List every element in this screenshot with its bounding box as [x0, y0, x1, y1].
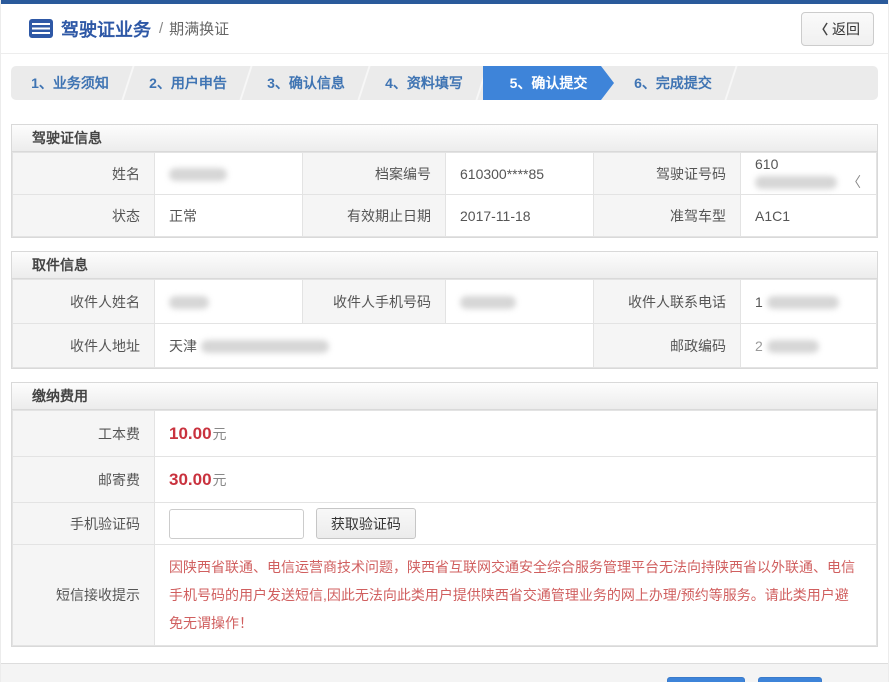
sms-code-input[interactable]: [169, 509, 304, 539]
redacted-value: [767, 340, 819, 353]
page-subtitle: 期满换证: [169, 18, 229, 39]
redacted-value: [169, 168, 227, 181]
pickup-section-title: 取件信息: [12, 252, 877, 279]
recipient-mobile-value: [446, 280, 594, 324]
finish-button[interactable]: 完成: [758, 677, 822, 682]
step-confirm-info: 3、确认信息: [247, 66, 365, 100]
name-label: 姓名: [13, 153, 155, 195]
mailing-fee-label: 邮寄费: [13, 457, 155, 503]
step-complete-submit: 6、完成提交: [614, 66, 732, 100]
sms-code-label: 手机验证码: [13, 503, 155, 545]
breadcrumb-separator: /: [159, 20, 163, 37]
recipient-address-value: 天津: [155, 324, 594, 368]
wizard-steps: 1、业务须知 2、用户申告 3、确认信息 4、资料填写 5、确认提交 6、完成提…: [11, 66, 878, 100]
vehicle-class-value: A1C1: [741, 195, 877, 237]
file-number-value: 610300****85: [446, 153, 594, 195]
get-code-button[interactable]: 获取验证码: [316, 508, 416, 539]
step-fill-data: 4、资料填写: [365, 66, 483, 100]
expiry-date-label: 有效期止日期: [303, 195, 446, 237]
license-info-section: 驾驶证信息 姓名 档案编号 610300****85 驾驶证号码 610〈 状态…: [11, 124, 878, 238]
production-fee-value: 10.00元: [155, 411, 877, 457]
chevron-left-icon: 〈: [815, 19, 828, 38]
fees-section: 缴纳费用 工本费 10.00元 邮寄费 30.00元 手机验证码 获取验证码: [11, 382, 878, 647]
recipient-phone-value: 1: [741, 280, 877, 324]
recipient-address-label: 收件人地址: [13, 324, 155, 368]
redacted-value: [755, 176, 837, 189]
redacted-value: [767, 296, 839, 309]
redacted-value: [201, 340, 329, 353]
pickup-info-section: 取件信息 收件人姓名 收件人手机号码 收件人联系电话 1 收件人地址 天津 邮政…: [11, 251, 878, 369]
license-number-label: 驾驶证号码: [594, 153, 741, 195]
page-title: 驾驶证业务: [61, 16, 151, 42]
redacted-value: [169, 296, 209, 309]
step-confirm-submit: 5、确认提交: [483, 66, 614, 100]
back-button[interactable]: 〈 返回: [801, 12, 874, 46]
step-user-declaration: 2、用户申告: [129, 66, 247, 100]
status-label: 状态: [13, 195, 155, 237]
sms-notice-cell: 因陕西省联通、电信运营商技术问题，陕西省互联网交通安全综合服务管理平台无法向持陕…: [155, 545, 877, 646]
previous-step-button[interactable]: 上一步: [667, 677, 745, 682]
sms-notice-label: 短信接收提示: [13, 545, 155, 646]
name-value: [155, 153, 303, 195]
postal-code-value: 2: [741, 324, 877, 368]
license-number-value: 610〈: [741, 153, 877, 195]
expiry-date-value: 2017-11-18: [446, 195, 594, 237]
file-number-label: 档案编号: [303, 153, 446, 195]
recipient-mobile-label: 收件人手机号码: [303, 280, 446, 324]
page: 驾驶证业务 / 期满换证 〈 返回 1、业务须知 2、用户申告 3、确认信息 4…: [0, 0, 889, 682]
sms-code-cell: 获取验证码: [155, 503, 877, 545]
recipient-name-label: 收件人姓名: [13, 280, 155, 324]
redacted-value: [460, 296, 516, 309]
recipient-phone-label: 收件人联系电话: [594, 280, 741, 324]
license-section-title: 驾驶证信息: [12, 125, 877, 152]
status-value: 正常: [155, 195, 303, 237]
production-fee-label: 工本费: [13, 411, 155, 457]
footer-bar: 上一步 完成: [1, 663, 888, 682]
mailing-fee-value: 30.00元: [155, 457, 877, 503]
sms-notice-text: 因陕西省联通、电信运营商技术问题，陕西省互联网交通安全综合服务管理平台无法向持陕…: [169, 553, 862, 637]
fees-section-title: 缴纳费用: [12, 383, 877, 410]
vehicle-class-label: 准驾车型: [594, 195, 741, 237]
step-business-notice: 1、业务须知: [11, 66, 129, 100]
list-icon: [29, 19, 53, 38]
recipient-name-value: [155, 280, 303, 324]
back-button-label: 返回: [832, 19, 860, 39]
postal-code-label: 邮政编码: [594, 324, 741, 368]
page-header: 驾驶证业务 / 期满换证 〈 返回: [1, 4, 888, 54]
